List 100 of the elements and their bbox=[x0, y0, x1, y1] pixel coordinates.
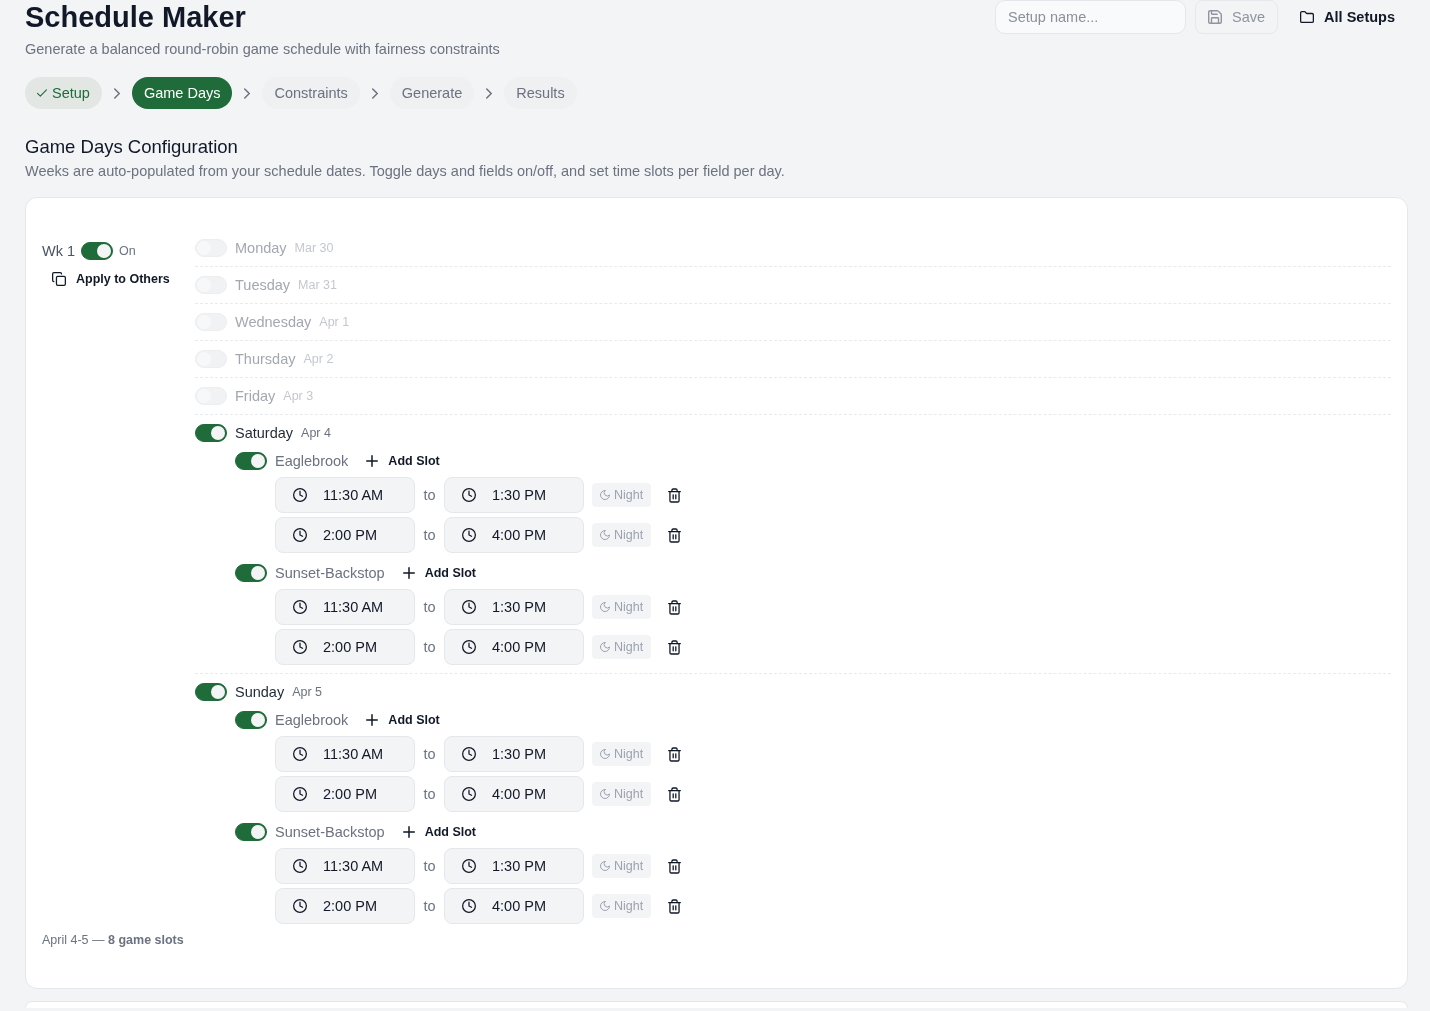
field-name: Eaglebrook bbox=[275, 712, 349, 728]
clock-icon bbox=[293, 600, 307, 614]
field-name: Eaglebrook bbox=[275, 453, 349, 469]
apply-to-others-button[interactable]: Apply to Others bbox=[52, 271, 170, 287]
trash-icon[interactable] bbox=[668, 639, 682, 655]
page-subtitle: Generate a balanced round-robin game schedule with fairness constraints bbox=[25, 40, 501, 59]
time-field[interactable]: 1:30 PM bbox=[444, 848, 584, 884]
field-name: Sunset-Backstop bbox=[275, 824, 385, 840]
toggle-switch[interactable] bbox=[235, 452, 267, 470]
add-slot-button[interactable]: Add Slot bbox=[402, 566, 476, 580]
time-field[interactable]: 1:30 PM bbox=[444, 589, 584, 625]
to-label: to bbox=[422, 746, 437, 762]
trash-icon[interactable] bbox=[668, 527, 682, 543]
add-slot-button[interactable]: Add Slot bbox=[366, 713, 440, 727]
step-tab[interactable]: Constraints bbox=[262, 77, 360, 109]
week-label: Wk 1 bbox=[42, 243, 76, 259]
clock-icon bbox=[293, 859, 307, 873]
clock-icon bbox=[293, 747, 307, 761]
step-tab[interactable]: Game Days bbox=[131, 77, 233, 109]
time-field[interactable]: 2:00 PM bbox=[275, 517, 415, 553]
copy-icon bbox=[52, 272, 66, 286]
clock-icon bbox=[462, 859, 476, 873]
plus-icon bbox=[402, 826, 415, 838]
day-name: Saturday bbox=[235, 425, 294, 441]
plus-icon bbox=[402, 567, 415, 579]
all-setups-button[interactable]: All Setups bbox=[1287, 0, 1408, 34]
add-slot-button[interactable]: Add Slot bbox=[402, 825, 476, 839]
time-field[interactable]: 1:30 PM bbox=[444, 736, 584, 772]
time-field[interactable]: 2:00 PM bbox=[275, 888, 415, 924]
add-slot-button[interactable]: Add Slot bbox=[366, 454, 440, 468]
toggle-switch[interactable] bbox=[195, 424, 227, 442]
folder-icon bbox=[1300, 10, 1315, 24]
step-tab[interactable]: Setup bbox=[25, 77, 102, 109]
trash-icon[interactable] bbox=[668, 786, 682, 802]
trash-icon[interactable] bbox=[668, 599, 682, 615]
toggle-switch[interactable] bbox=[235, 711, 267, 729]
time-field[interactable]: 4:00 PM bbox=[444, 776, 584, 812]
toggle-switch[interactable] bbox=[235, 823, 267, 841]
toggle-switch[interactable] bbox=[235, 564, 267, 582]
to-label: to bbox=[422, 639, 437, 655]
toggle-switch[interactable] bbox=[195, 683, 227, 701]
time-field[interactable]: 11:30 AM bbox=[275, 736, 415, 772]
clock-icon bbox=[293, 528, 307, 542]
clock-icon bbox=[462, 528, 476, 542]
clock-icon bbox=[462, 488, 476, 502]
moon-icon bbox=[600, 789, 610, 799]
chevron-right-icon bbox=[486, 87, 493, 99]
check-icon bbox=[37, 89, 47, 97]
day-date: Apr 1 bbox=[319, 315, 350, 329]
clock-icon bbox=[462, 640, 476, 654]
plus-icon bbox=[366, 455, 379, 467]
to-label: to bbox=[422, 786, 437, 802]
day-date: Apr 3 bbox=[283, 389, 314, 403]
to-label: to bbox=[422, 487, 437, 503]
time-field[interactable]: 11:30 AM bbox=[275, 848, 415, 884]
clock-icon bbox=[462, 747, 476, 761]
trash-icon[interactable] bbox=[668, 746, 682, 762]
day-date: Apr 5 bbox=[292, 685, 323, 699]
clock-icon bbox=[462, 600, 476, 614]
setup-name-field[interactable]: Setup name... bbox=[995, 0, 1187, 34]
trash-icon[interactable] bbox=[668, 858, 682, 874]
trash-icon[interactable] bbox=[668, 487, 682, 503]
chevron-right-icon bbox=[371, 87, 378, 99]
time-field[interactable]: 11:30 AM bbox=[275, 477, 415, 513]
time-field[interactable]: 2:00 PM bbox=[275, 629, 415, 665]
page-title: Schedule Maker bbox=[25, 0, 246, 34]
day-date: Mar 31 bbox=[298, 278, 337, 292]
time-field[interactable]: 1:30 PM bbox=[444, 477, 584, 513]
clock-icon bbox=[293, 787, 307, 801]
day-name: Sunday bbox=[235, 684, 285, 700]
section-title: Game Days Configuration bbox=[25, 135, 239, 159]
week-state-label: On bbox=[119, 244, 136, 258]
time-field[interactable]: 11:30 AM bbox=[275, 589, 415, 625]
day-name: Tuesday bbox=[235, 277, 291, 293]
time-field[interactable]: 2:00 PM bbox=[275, 776, 415, 812]
to-label: to bbox=[422, 858, 437, 874]
moon-icon bbox=[600, 530, 610, 540]
time-field[interactable]: 4:00 PM bbox=[444, 888, 584, 924]
day-date: Apr 2 bbox=[303, 352, 334, 366]
trash-icon[interactable] bbox=[668, 898, 682, 914]
to-label: to bbox=[422, 527, 437, 543]
plus-icon bbox=[366, 714, 379, 726]
moon-icon bbox=[600, 490, 610, 500]
chevron-right-icon bbox=[244, 87, 251, 99]
moon-icon bbox=[600, 861, 610, 871]
step-tab[interactable]: Results bbox=[504, 77, 577, 109]
to-label: to bbox=[422, 599, 437, 615]
time-field[interactable]: 4:00 PM bbox=[444, 517, 584, 553]
day-name: Monday bbox=[235, 240, 287, 256]
step-tab[interactable]: Generate bbox=[389, 77, 475, 109]
day-date: Mar 30 bbox=[294, 241, 334, 255]
clock-icon bbox=[462, 899, 476, 913]
moon-icon bbox=[600, 602, 610, 612]
chevron-right-icon bbox=[113, 87, 120, 99]
section-description: Weeks are auto-populated from your schedule dates. Toggle days and fields on/off, and set time slots per field per day. bbox=[25, 162, 786, 181]
to-label: to bbox=[422, 898, 437, 914]
week-summary: April 4-5 — 8 game slots bbox=[42, 932, 185, 948]
time-field[interactable]: 4:00 PM bbox=[444, 629, 584, 665]
day-name: Thursday bbox=[235, 351, 296, 367]
moon-icon bbox=[600, 749, 610, 759]
